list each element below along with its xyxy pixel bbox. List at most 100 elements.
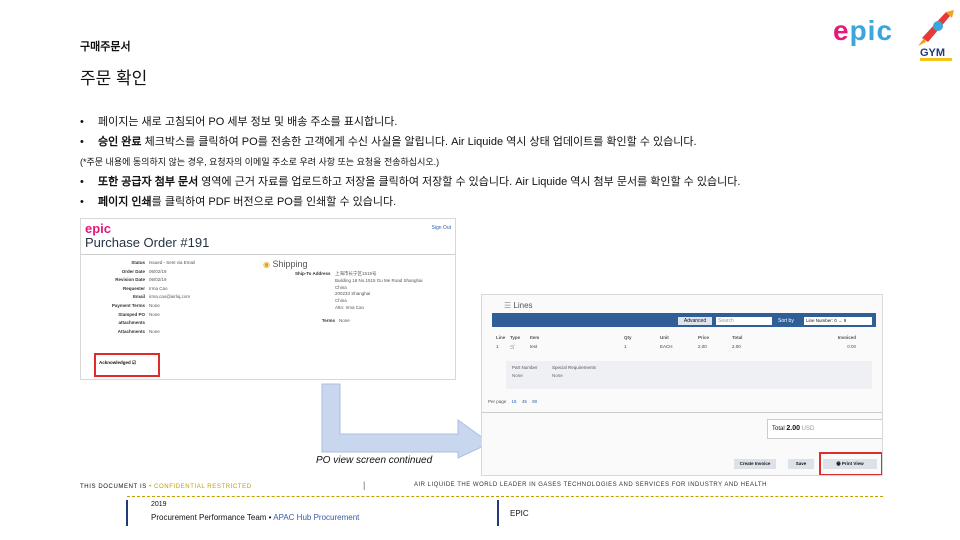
bullet-4: • 페이지 인쇄를 클릭하여 PDF 버전으로 PO를 인쇄할 수 있습니다. xyxy=(80,192,880,212)
bullet-marker: • xyxy=(80,116,84,128)
field-value: irma.cao@airliq.com xyxy=(149,294,191,300)
divider xyxy=(81,254,455,255)
po-screenshot: epic Purchase Order #191 Sign Out Status… xyxy=(80,218,456,380)
footer-bar xyxy=(126,500,128,526)
ship-line: Attn: Irma Cao xyxy=(335,304,365,310)
field-value: 06/02/19 xyxy=(149,268,167,274)
po-field: Attachments None xyxy=(99,328,195,337)
per-page-option[interactable]: 45 xyxy=(522,399,527,404)
total-label: Total xyxy=(772,426,785,432)
footer-epic: EPIC xyxy=(510,509,529,518)
bullet-note: (*주문 내용에 동의하지 않는 경우, 요청자의 이메일 주소로 우려 사항 … xyxy=(80,152,880,172)
bullet-bold: 또한 공급자 첨부 문서 xyxy=(98,176,199,188)
ship-line: China xyxy=(335,298,347,304)
bullet-text: 체크박스를 클릭하여 PO를 전송한 고객에게 수신 사실을 알립니다. Air… xyxy=(141,136,697,148)
table-header: Line Type Item Qty Unit Price Total Invo… xyxy=(496,335,872,340)
sort-select[interactable]: Line Number: 0 → 9 xyxy=(804,317,872,325)
detail-value: None xyxy=(552,373,563,378)
field-value: Issued - Sent via Email xyxy=(149,260,196,265)
lines-heading: ☰ Lines xyxy=(504,301,533,310)
field-value: None xyxy=(149,302,160,308)
bullet-text: 페이지는 새로 고침되어 PO 세부 정보 및 배송 주소를 표시합니다. xyxy=(98,116,398,128)
footer-bar xyxy=(497,500,499,526)
bullet-marker: • xyxy=(80,176,84,188)
footer-year: 2019 xyxy=(151,501,167,508)
advanced-button[interactable]: Advanced xyxy=(678,317,712,325)
pin-icon: ◉ xyxy=(263,260,270,269)
po-title: Purchase Order #191 xyxy=(85,235,210,250)
po-field: Stamped PO None xyxy=(99,311,195,320)
lines-screenshot: ☰ Lines Advanced Search Sort by Line Num… xyxy=(481,294,883,476)
col-header: Item xyxy=(530,335,540,340)
bullet-text: 를 클릭하여 PDF 버전으로 PO를 인쇄할 수 있습니다. xyxy=(151,196,397,208)
ship-to-row: Ship-To Address 上海市长宁区1515号 Building 18 … xyxy=(295,271,423,312)
ship-to-address: 上海市长宁区1515号 Building 18 No.1515 Gu Me Ro… xyxy=(335,271,423,312)
checkbox-icon[interactable]: ☑ xyxy=(132,360,136,365)
shipping-heading: ◉ Shipping xyxy=(263,259,308,269)
terms-label: Terms xyxy=(321,317,335,323)
total-box: Total 2.00 USD xyxy=(767,419,882,439)
epic-logo-pic: pic xyxy=(849,15,894,46)
acknowledged-checkbox[interactable]: Acknowledged ☑ xyxy=(99,360,136,366)
footer-separator: | xyxy=(363,480,366,490)
field-value: Irma Cao xyxy=(149,285,168,291)
col-header: Qty xyxy=(624,335,632,340)
ship-line: Building 18 No.1515 Gu Me Road Shanghai xyxy=(335,277,423,283)
detail-header: Part Number xyxy=(512,365,538,370)
footer-team: Procurement Performance Team • APAC Hub … xyxy=(151,513,359,522)
detail-value: None xyxy=(512,373,523,378)
bullet-1: • 페이지는 새로 고침되어 PO 세부 정보 및 배송 주소를 표시합니다. xyxy=(80,112,880,132)
field-label: Revision Date xyxy=(115,277,145,283)
po-field: Revision Date 06/02/19 xyxy=(99,276,195,285)
field-label: attachments xyxy=(118,320,145,326)
field-label: Stamped PO xyxy=(118,311,145,317)
team-name: Procurement Performance Team • xyxy=(151,513,274,522)
print-view-highlight xyxy=(819,452,882,475)
bullet-bold: 페이지 인쇄 xyxy=(98,196,152,208)
po-field: Requester Irma Cao xyxy=(99,285,195,294)
bullet-marker: • xyxy=(80,196,84,208)
po-field: attachments xyxy=(99,319,195,328)
sign-out-link[interactable]: Sign Out xyxy=(432,225,451,231)
confidentiality-note: THIS DOCUMENT IS • CONFIDENTIAL RESTRICT… xyxy=(80,484,252,490)
bullet-bold: 승인 완료 xyxy=(98,136,142,148)
po-epic-logo: epic xyxy=(85,221,111,236)
confidentiality-level: • CONFIDENTIAL RESTRICTED xyxy=(149,484,252,490)
ship-line: 上海市长宁区1515号 xyxy=(335,271,377,276)
doc-label: 구매주문서 xyxy=(80,41,131,53)
cell: 1 xyxy=(496,344,499,349)
per-page-option[interactable]: 90 xyxy=(532,399,537,404)
field-label: Attachments xyxy=(117,328,145,334)
cell: EACH xyxy=(660,344,673,349)
terms-value: None xyxy=(339,317,350,323)
per-page-label: Per page xyxy=(488,399,507,404)
confidentiality-prefix: THIS DOCUMENT IS xyxy=(80,484,150,490)
screen-caption: PO view screen continued xyxy=(316,455,433,466)
col-header: Line xyxy=(496,335,506,340)
epic-logo: epic xyxy=(833,15,893,47)
create-invoice-button[interactable]: Create Invoice xyxy=(734,459,776,469)
shipping-heading-text: Shipping xyxy=(272,259,308,269)
field-value: None xyxy=(149,328,160,334)
instruction-list: • 페이지는 새로 고침되어 PO 세부 정보 및 배송 주소를 표시합니다. •… xyxy=(80,112,880,212)
gym-logo-icon: GYM xyxy=(918,10,954,61)
col-header: Invoiced xyxy=(837,335,856,340)
field-label: Payment Terms xyxy=(111,302,145,308)
field-label: Requester xyxy=(122,285,145,291)
po-field: Status Issued - Sent via Email xyxy=(99,259,195,268)
col-header: Price xyxy=(698,335,710,340)
total-value: 2.00 xyxy=(786,425,800,432)
per-page-option[interactable]: 15 xyxy=(512,399,517,404)
table-row: 1 🛒 test 1 EACH 2.00 2.00 0.00 xyxy=(496,344,872,350)
ship-to: Ship-To Address 上海市长宁区1515号 Building 18 … xyxy=(295,271,423,325)
acknowledged-label: Acknowledged xyxy=(99,360,131,365)
field-label: Order Date xyxy=(121,268,145,274)
save-button[interactable]: Save xyxy=(788,459,814,469)
lines-heading-text: Lines xyxy=(513,301,533,310)
list-icon: ☰ xyxy=(504,301,512,310)
search-input[interactable]: Search xyxy=(716,317,772,325)
field-label: Status xyxy=(131,260,145,265)
ship-to-label: Ship-To Address xyxy=(295,271,331,276)
field-label: Email xyxy=(132,294,145,300)
epic-logo-e: e xyxy=(833,15,850,46)
